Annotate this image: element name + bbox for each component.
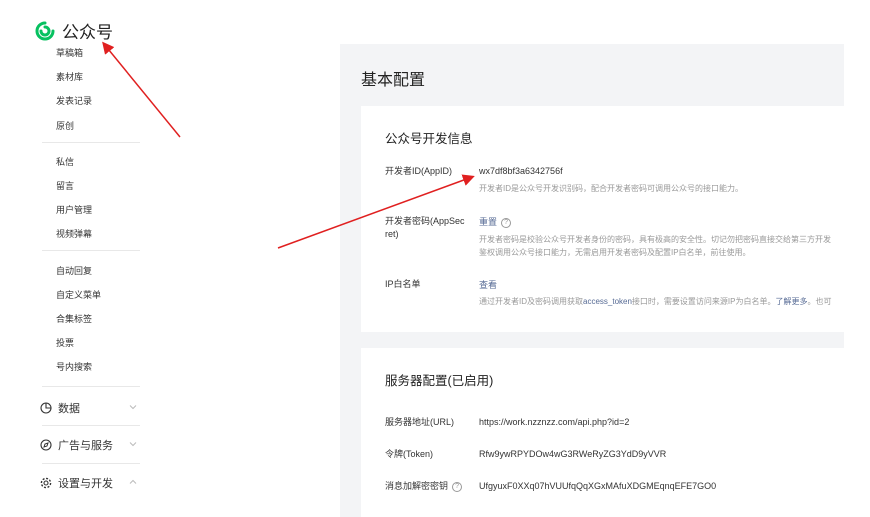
- ip-view-link[interactable]: 查看: [479, 280, 497, 290]
- gear-icon: [40, 477, 52, 489]
- sidebar-divider: [42, 463, 140, 464]
- dev-info-card: 公众号开发信息 开发者ID(AppID) wx7df8bf3a6342756f …: [361, 106, 844, 332]
- sidebar-divider: [42, 386, 140, 387]
- help-icon[interactable]: ?: [501, 217, 512, 228]
- app-name: 公众号: [62, 23, 113, 42]
- sidebar-item-user-management[interactable]: 用户管理: [56, 203, 92, 216]
- secret-desc-line1: 开发者密码是校验公众号开发者身份的密码，具有极高的安全性。切记勿把密码直接交给第…: [479, 235, 831, 244]
- appid-value[interactable]: wx7df8bf3a6342756f: [479, 166, 563, 176]
- secret-reset-link[interactable]: 重置: [479, 217, 497, 227]
- aes-key-row-label: 消息加解密密钥?: [385, 480, 463, 493]
- chevron-down-icon: [128, 402, 138, 412]
- secret-desc-line2: 鉴权调用公众号接口能力，无需启用开发者密码及配置IP白名单，前往使用。: [479, 248, 751, 257]
- compass-icon: [40, 439, 52, 451]
- sidebar-item-materials[interactable]: 素材库: [56, 70, 83, 83]
- aes-key-value[interactable]: UfgyuxF0XXq07hVUUfqQqXGxMAfuXDGMEqnqEFE7…: [479, 481, 716, 491]
- secret-label-line1: 开发者密码(AppSec: [385, 216, 465, 226]
- appid-label: 开发者ID(AppID): [385, 166, 453, 176]
- ip-whitelist-desc: 通过开发者ID及密码调用获取access_token接口时，需要设置访问来源IP…: [479, 296, 844, 308]
- chart-icon: [40, 402, 52, 414]
- ip-desc-tail: 。也可: [807, 297, 832, 306]
- sidebar-item-custom-menu[interactable]: 自定义菜单: [56, 288, 101, 301]
- chevron-down-icon: [128, 439, 138, 449]
- sidebar-item-messages[interactable]: 私信: [56, 155, 74, 168]
- sidebar-section-label: 数据: [58, 403, 80, 415]
- sidebar: 草稿箱 素材库 发表记录 原创 私信 留言 用户管理 视频弹幕 自动回复 自定义…: [0, 42, 160, 517]
- help-icon[interactable]: ?: [452, 481, 463, 492]
- sidebar-item-drafts[interactable]: 草稿箱: [56, 46, 83, 59]
- sidebar-section-label: 广告与服务: [58, 440, 113, 452]
- main-content: 基本配置 公众号开发信息 开发者ID(AppID) wx7df8bf3a6342…: [340, 44, 844, 517]
- page-title: 基本配置: [361, 72, 426, 89]
- wechat-logo-icon: [35, 21, 55, 40]
- ip-desc-prefix: 通过开发者ID及密码调用获取: [479, 297, 583, 306]
- sidebar-divider: [42, 425, 140, 426]
- token-label: 令牌(Token): [385, 449, 434, 459]
- learn-more-link[interactable]: 了解更多: [775, 297, 807, 306]
- secret-reset-row: 重置?: [479, 215, 512, 228]
- token-value[interactable]: Rfw9ywRPYDOw4wG3RWeRyZG3YdD9yVVR: [479, 449, 666, 459]
- server-url-value[interactable]: https://work.nzznzz.com/api.php?id=2: [479, 417, 629, 427]
- sidebar-section-label: 设置与开发: [58, 478, 113, 490]
- aes-key-label: 消息加解密密钥: [385, 481, 449, 491]
- ip-whitelist-label: IP白名单: [385, 279, 421, 289]
- sidebar-item-vote[interactable]: 投票: [56, 336, 74, 349]
- ip-desc-mid: 接口时，需要设置访问来源IP为白名单。: [631, 297, 776, 306]
- server-config-card: 服务器配置(已启用) 服务器地址(URL) https://work.nzznz…: [361, 348, 844, 517]
- ip-whitelist-row: 查看: [479, 278, 497, 291]
- sidebar-section-settings-dev[interactable]: 设置与开发: [40, 472, 140, 494]
- sidebar-item-original[interactable]: 原创: [56, 119, 74, 132]
- sidebar-item-video-danmaku[interactable]: 视频弹幕: [56, 227, 92, 240]
- server-config-title: 服务器配置(已启用): [385, 374, 494, 388]
- access-token-link[interactable]: access_token: [583, 297, 632, 306]
- sidebar-divider: [42, 250, 140, 251]
- dev-info-title: 公众号开发信息: [385, 132, 473, 146]
- sidebar-section-ads-services[interactable]: 广告与服务: [40, 434, 140, 456]
- sidebar-item-comments[interactable]: 留言: [56, 179, 74, 192]
- sidebar-item-collection-tags[interactable]: 合集标签: [56, 312, 92, 325]
- appid-desc: 开发者ID是公众号开发识别码，配合开发者密码可调用公众号的接口能力。: [479, 184, 743, 193]
- sidebar-item-auto-reply[interactable]: 自动回复: [56, 264, 92, 277]
- sidebar-divider: [42, 142, 140, 143]
- app-logo[interactable]: 公众号: [34, 18, 113, 43]
- sidebar-item-publish-history[interactable]: 发表记录: [56, 94, 92, 107]
- chevron-up-icon: [128, 477, 138, 487]
- secret-label-line2: ret): [385, 229, 399, 239]
- sidebar-section-data[interactable]: 数据: [40, 397, 140, 419]
- server-url-label: 服务器地址(URL): [385, 417, 454, 427]
- sidebar-item-in-account-search[interactable]: 号内搜索: [56, 360, 92, 373]
